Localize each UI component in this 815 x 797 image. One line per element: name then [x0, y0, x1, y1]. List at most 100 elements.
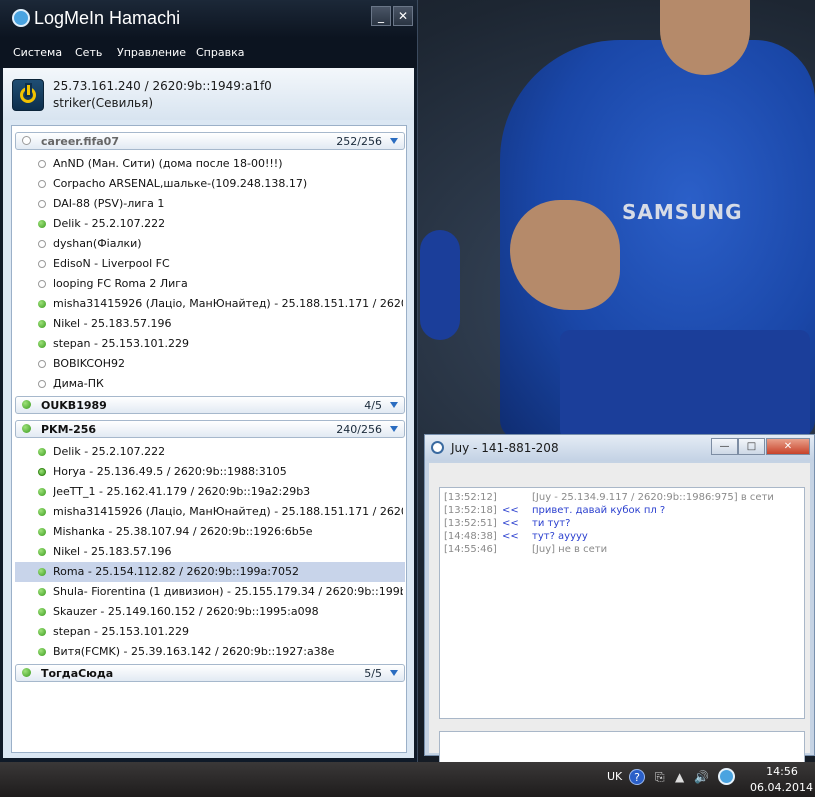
member-label: Дима-ПК [53, 377, 104, 390]
network-header[interactable]: ТогдаСюда 5/5 [15, 664, 405, 682]
member-row[interactable]: misha31415926 (Лацio, МанЮнайтед) - 25.1… [15, 502, 405, 522]
member-row[interactable]: Delik - 25.2.107.222 [15, 442, 405, 462]
member-row[interactable]: Mishanka - 25.38.107.94 / 2620:9b::1926:… [15, 522, 405, 542]
network-name: career.fifa07 [41, 135, 119, 148]
chat-timestamp: [14:55:46] [444, 544, 497, 555]
hamachi-tray-icon[interactable] [718, 768, 735, 785]
hamachi-body: 25.73.161.240 / 2620:9b::1949:a1f0 strik… [3, 68, 414, 758]
language-indicator[interactable]: UK [607, 770, 622, 783]
power-button[interactable] [12, 79, 44, 111]
network-header[interactable]: OUKB1989 4/5 [15, 396, 405, 414]
menu-sistema[interactable]: Система [13, 46, 62, 59]
member-row[interactable]: Skauzer - 25.149.160.152 / 2620:9b::1995… [15, 602, 405, 622]
member-row[interactable]: stepan - 25.153.101.229 [15, 334, 405, 354]
network-tray-icon[interactable]: ⎘ [655, 770, 665, 785]
wallpaper-player-arm-left [420, 230, 460, 340]
chat-direction: << [502, 518, 519, 529]
member-row[interactable]: Дима-ПК [15, 374, 405, 394]
chat-body: [13:52:12] [Juy - 25.134.9.117 / 2620:9b:… [429, 463, 810, 769]
member-label: Shula- Fiorentina (1 дивизион) - 25.155.… [53, 585, 403, 598]
show-hidden-icons-icon[interactable]: ▲ [675, 770, 684, 784]
member-label: Nikel - 25.183.57.196 [53, 317, 172, 330]
menubar: Система Сеть Управление Справка [0, 38, 417, 68]
network-header[interactable]: career.fifa07 252/256 [15, 132, 405, 150]
chat-timestamp: [13:52:12] [444, 492, 497, 503]
chat-direction: << [502, 531, 519, 542]
member-row[interactable]: Nikel - 25.183.57.196 [15, 314, 405, 334]
member-row[interactable]: dyshan(Фіалки) [15, 234, 405, 254]
member-row[interactable]: misha31415926 (Лацio, МанЮнайтед) - 25.1… [15, 294, 405, 314]
member-label: Roma - 25.154.112.82 / 2620:9b::199a:705… [53, 565, 300, 578]
chat-maximize-button[interactable]: □ [738, 438, 765, 455]
member-row[interactable]: BOBIKCOH92 [15, 354, 405, 374]
member-status-icon [38, 160, 46, 168]
network-member-count: 252/256 [336, 135, 382, 148]
member-status-icon [38, 260, 46, 268]
member-row[interactable]: Delik - 25.2.107.222 [15, 214, 405, 234]
chat-message: [13:52:51] << ти тут? [444, 518, 570, 529]
chat-text: привет. давай кубок пл ? [532, 505, 666, 516]
minimize-button[interactable]: _ [371, 6, 391, 26]
client-ip: 25.73.161.240 / 2620:9b::1949:a1f0 [53, 79, 272, 93]
member-status-icon [38, 628, 46, 636]
chevron-down-icon[interactable] [390, 426, 398, 432]
member-label: Витя(FCMK) - 25.39.163.142 / 2620:9b::19… [53, 645, 335, 658]
chat-minimize-button[interactable]: — [711, 438, 738, 455]
wallpaper-sponsor-text: SAMSUNG [622, 200, 743, 224]
chat-text: [Juy] не в сети [532, 544, 608, 555]
member-row[interactable]: Roma - 25.154.112.82 / 2620:9b::199a:705… [15, 562, 405, 582]
member-label: looping FC Roma 2 Лига [53, 277, 188, 290]
member-row[interactable]: DAI-88 (PSV)-лига 1 [15, 194, 405, 214]
chat-titlebar[interactable]: Juy - 141-881-208 — □ ✕ [425, 435, 814, 461]
volume-icon[interactable]: 🔊 [694, 770, 709, 784]
wallpaper-player-shorts [560, 330, 810, 440]
network-name: OUKB1989 [41, 399, 107, 412]
member-status-icon [38, 488, 46, 496]
member-row[interactable]: EdisoN - Liverpool FC [15, 254, 405, 274]
network-list[interactable]: career.fifa07 252/256 AnND (Ман. Сити) (до… [11, 125, 407, 753]
menu-spravka[interactable]: Справка [196, 46, 244, 59]
chevron-down-icon[interactable] [390, 402, 398, 408]
member-row[interactable]: looping FC Roma 2 Лига [15, 274, 405, 294]
member-row[interactable]: Corpacho ARSENAL,шальке-(109.248.138.17) [15, 174, 405, 194]
member-status-icon [38, 648, 46, 656]
clock-date[interactable]: 06.04.2014 [750, 781, 813, 794]
member-label: Mishanka - 25.38.107.94 / 2620:9b::1926:… [53, 525, 313, 538]
chat-message: [13:52:12] [Juy - 25.134.9.117 / 2620:9b:… [444, 492, 774, 503]
member-row[interactable]: JeeTT_1 - 25.162.41.179 / 2620:9b::19a2:… [15, 482, 405, 502]
member-label: misha31415926 (Лацio, МанЮнайтед) - 25.1… [53, 297, 403, 310]
menu-upravlenie[interactable]: Управление [117, 46, 186, 59]
chat-text: [Juy - 25.134.9.117 / 2620:9b::1986:975]… [532, 492, 774, 503]
network-header[interactable]: PKM-256 240/256 [15, 420, 405, 438]
member-label: stepan - 25.153.101.229 [53, 625, 189, 638]
member-status-icon [38, 448, 46, 456]
member-row[interactable]: Nikel - 25.183.57.196 [15, 542, 405, 562]
member-label: AnND (Ман. Сити) (дома после 18-00!!!) [53, 157, 283, 170]
chat-text: ти тут? [532, 518, 571, 529]
menu-set[interactable]: Сеть [75, 46, 102, 59]
member-label: Nikel - 25.183.57.196 [53, 545, 172, 558]
chevron-down-icon[interactable] [390, 138, 398, 144]
chat-log[interactable]: [13:52:12] [Juy - 25.134.9.117 / 2620:9b:… [439, 487, 805, 719]
help-icon[interactable]: ? [629, 769, 645, 785]
member-status-icon [38, 340, 46, 348]
network-status-icon [22, 668, 31, 677]
member-status-icon [38, 280, 46, 288]
chevron-down-icon[interactable] [390, 670, 398, 676]
chat-title: Juy - 141-881-208 [451, 441, 559, 455]
hamachi-titlebar[interactable]: LogMeIn Hamachi _ ✕ [0, 0, 417, 38]
member-row[interactable]: AnND (Ман. Сити) (дома после 18-00!!!) [15, 154, 405, 174]
member-status-icon [38, 588, 46, 596]
close-button[interactable]: ✕ [393, 6, 413, 26]
member-status-icon [38, 300, 46, 308]
member-row[interactable]: Horya - 25.136.49.5 / 2620:9b::1988:3105 [15, 462, 405, 482]
member-row[interactable]: Shula- Fiorentina (1 дивизион) - 25.155.… [15, 582, 405, 602]
member-row[interactable]: stepan - 25.153.101.229 [15, 622, 405, 642]
network-status-icon [22, 424, 31, 433]
power-icon-bar [27, 85, 30, 95]
member-row[interactable]: Витя(FCMK) - 25.39.163.142 / 2620:9b::19… [15, 642, 405, 662]
chat-direction: << [502, 505, 519, 516]
chat-close-button[interactable]: ✕ [766, 438, 810, 455]
clock-time[interactable]: 14:56 [762, 765, 802, 778]
network-name: PKM-256 [41, 423, 97, 436]
